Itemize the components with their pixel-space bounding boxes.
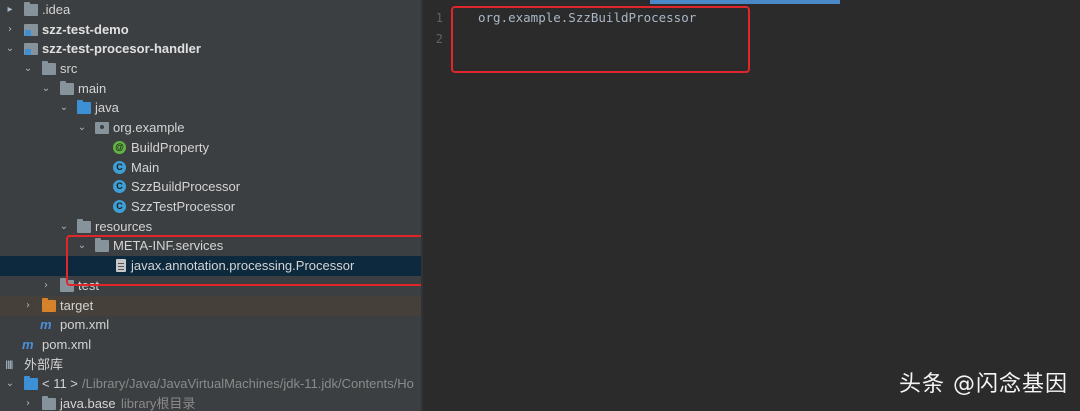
folder-icon: [24, 2, 38, 16]
tree-row-szztestprocessor[interactable]: C SzzTestProcessor: [0, 197, 421, 217]
tree-label: target: [60, 298, 94, 313]
excluded-folder-icon: [42, 298, 56, 312]
maven-icon: m: [22, 337, 34, 352]
tree-label: < 11 >: [42, 376, 78, 391]
project-tool-window: ▸ .idea › szz-test-demo ⌄ szz-test-proce…: [0, 0, 421, 411]
expand-arrow-icon[interactable]: ›: [5, 24, 15, 36]
tree-row-src[interactable]: ⌄ src: [0, 59, 421, 79]
tree-row-external-libraries[interactable]: Illl 外部库: [0, 355, 421, 375]
package-icon: [95, 122, 109, 134]
collapse-arrow-icon[interactable]: ⌄: [59, 221, 69, 233]
collapse-arrow-icon[interactable]: ⌄: [5, 43, 15, 55]
tree-label: szz-test-demo: [42, 22, 129, 37]
tree-row-idea[interactable]: ▸ .idea: [0, 0, 421, 20]
tree-row-buildproperty[interactable]: @ BuildProperty: [0, 138, 421, 158]
tree-row-pom-xml-root[interactable]: m pom.xml: [0, 335, 421, 355]
highlight-box-meta-inf: [66, 235, 421, 286]
jdk-path: /Library/Java/JavaVirtualMachines/jdk-11…: [82, 376, 414, 391]
jdk-icon: [24, 376, 38, 390]
tree-row-org-example[interactable]: ⌄ org.example: [0, 118, 421, 138]
tree-row-target[interactable]: › target: [0, 296, 421, 316]
library-root-hint: library根目录: [121, 396, 196, 411]
folder-icon: [42, 61, 56, 75]
line-number: 2: [435, 32, 443, 46]
tree-row-java[interactable]: ⌄ java: [0, 98, 421, 118]
tree-label: SzzTestProcessor: [131, 199, 236, 214]
tree-label: pom.xml: [60, 317, 110, 332]
highlight-box-code: [451, 6, 750, 73]
line-number: 1: [435, 11, 443, 25]
tree-row-main[interactable]: ⌄ main: [0, 79, 421, 99]
class-icon: C: [113, 200, 126, 213]
class-icon: C: [113, 161, 126, 174]
tree-label: src: [60, 61, 78, 76]
expand-arrow-icon[interactable]: ›: [23, 398, 33, 410]
tree-row-java-base[interactable]: › java.base library根目录: [0, 394, 421, 411]
expand-arrow-icon[interactable]: ▸: [5, 4, 15, 16]
maven-icon: m: [40, 317, 52, 332]
watermark: 头条 @闪念基因: [899, 372, 1068, 397]
expand-arrow-icon[interactable]: ›: [23, 300, 33, 312]
folder-icon: [42, 396, 56, 410]
collapse-arrow-icon[interactable]: ⌄: [5, 378, 15, 390]
tree-label: java: [95, 100, 119, 115]
active-tab-indicator: [650, 0, 840, 4]
source-folder-icon: [77, 100, 91, 114]
tree-label: main: [78, 81, 107, 96]
collapse-arrow-icon[interactable]: ⌄: [23, 63, 33, 75]
tree-row-pom-xml-module[interactable]: m pom.xml: [0, 315, 421, 335]
resources-folder-icon: [77, 219, 91, 233]
module-icon: [24, 43, 38, 55]
collapse-arrow-icon[interactable]: ⌄: [77, 122, 87, 134]
tree-label: BuildProperty: [131, 140, 210, 155]
tree-label: .idea: [42, 2, 71, 17]
collapse-arrow-icon[interactable]: ⌄: [41, 83, 51, 95]
annotation-class-icon: @: [113, 141, 126, 154]
tree-row-szz-test-demo[interactable]: › szz-test-demo: [0, 20, 421, 40]
tree-row-szz-test-procesor-handler[interactable]: ⌄ szz-test-procesor-handler: [0, 39, 421, 59]
tree-label: java.base: [60, 396, 116, 411]
tree-label: Main: [131, 160, 160, 175]
module-icon: [24, 24, 38, 36]
tree-row-resources[interactable]: ⌄ resources: [0, 217, 421, 237]
tree-label: pom.xml: [42, 337, 92, 352]
expand-arrow-icon[interactable]: ›: [41, 280, 51, 292]
tree-label: szz-test-procesor-handler: [42, 41, 201, 56]
tree-row-main-class[interactable]: C Main: [0, 158, 421, 178]
tree-label: 外部库: [24, 357, 64, 372]
folder-icon: [60, 81, 74, 95]
tree-row-szzbuildprocessor[interactable]: C SzzBuildProcessor: [0, 177, 421, 197]
tree-label: SzzBuildProcessor: [131, 179, 241, 194]
library-icon: Illl: [5, 358, 13, 372]
collapse-arrow-icon[interactable]: ⌄: [59, 102, 69, 114]
tree-label: org.example: [113, 120, 185, 135]
editor-pane[interactable]: 1 2 org.example.SzzBuildProcessor 头条 @闪念…: [423, 0, 1080, 411]
tree-label: resources: [95, 219, 153, 234]
tree-row-jdk-11[interactable]: ⌄ < 11 > /Library/Java/JavaVirtualMachin…: [0, 374, 421, 394]
class-icon: C: [113, 180, 126, 193]
